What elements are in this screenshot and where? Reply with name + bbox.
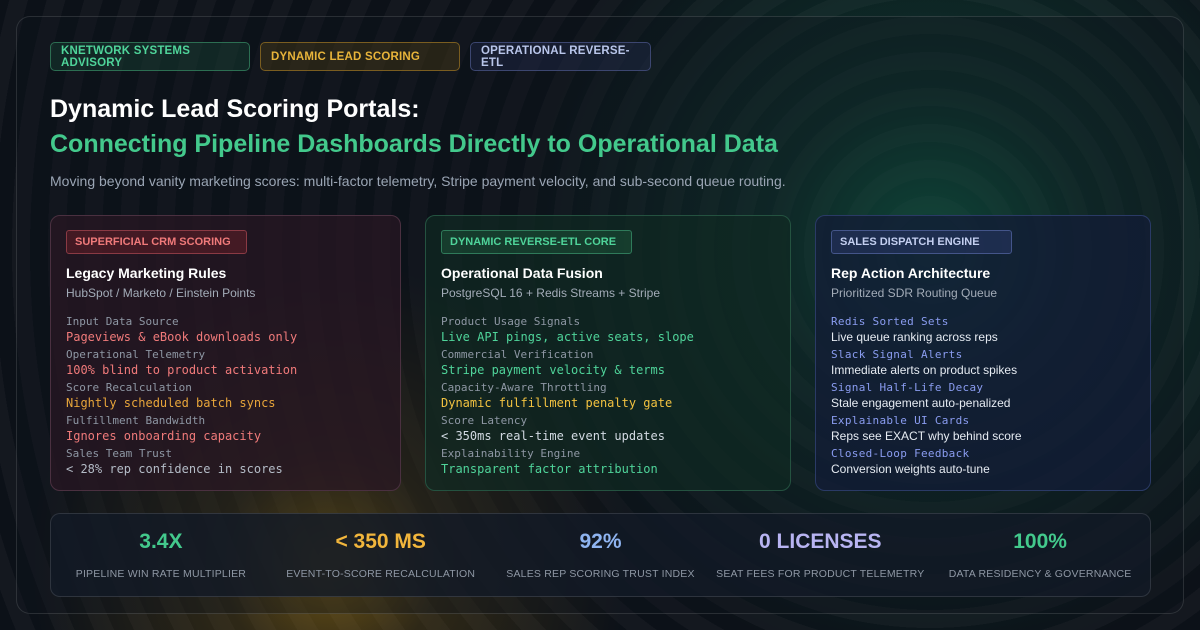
list-item: Closed-Loop Feedback Conversion weights …	[831, 446, 1135, 479]
row-label: Commercial Verification	[441, 348, 594, 361]
card-tag: SALES DISPATCH ENGINE	[831, 230, 1012, 254]
card-legacy-scoring: SUPERFICIAL CRM SCORING Legacy Marketing…	[50, 215, 401, 491]
card-subtitle: HubSpot / Marketo / Einstein Points	[66, 286, 256, 300]
list-item: Fulfillment Bandwidth Ignores onboarding…	[66, 413, 385, 446]
row-value: Immediate alerts on product spikes	[831, 363, 1018, 377]
stat-value: 100%	[1013, 530, 1067, 553]
card-operational-fusion: DYNAMIC REVERSE-ETL CORE Operational Dat…	[425, 215, 791, 491]
stat-value: 0 LICENSES	[759, 530, 882, 553]
list-item: Score Latency < 350ms real-time event up…	[441, 413, 775, 446]
list-item: Input Data Source Pageviews & eBook down…	[66, 314, 385, 347]
badge-reverse-etl: OPERATIONAL REVERSE-ETL	[470, 42, 651, 71]
stat-trust-index: 92% SALES REP SCORING TRUST INDEX	[491, 514, 711, 596]
stat-label: SEAT FEES FOR PRODUCT TELEMETRY	[716, 568, 925, 580]
row-label: Signal Half-Life Decay	[831, 381, 984, 394]
badge-knetwork: KNETWORK SYSTEMS ADVISORY	[50, 42, 250, 71]
row-label: Fulfillment Bandwidth	[66, 414, 206, 427]
list-item: Commercial Verification Stripe payment v…	[441, 347, 775, 380]
card-subtitle: Prioritized SDR Routing Queue	[831, 286, 998, 300]
row-label: Redis Sorted Sets	[831, 315, 949, 328]
list-item: Capacity-Aware Throttling Dynamic fulfil…	[441, 380, 775, 413]
card-rep-action: SALES DISPATCH ENGINE Rep Action Archite…	[815, 215, 1151, 491]
stat-value: < 350 MS	[335, 530, 426, 553]
row-value: Ignores onboarding capacity	[66, 429, 262, 443]
list-item: Slack Signal Alerts Immediate alerts on …	[831, 347, 1135, 380]
row-label: Input Data Source	[66, 315, 179, 328]
page-title-line1: Dynamic Lead Scoring Portals:	[50, 95, 420, 123]
row-value: < 350ms real-time event updates	[441, 429, 665, 443]
stat-label: PIPELINE WIN RATE MULTIPLIER	[75, 568, 247, 580]
card-rows: Product Usage Signals Live API pings, ac…	[441, 314, 775, 479]
row-label: Product Usage Signals	[441, 315, 581, 328]
row-label: Sales Team Trust	[66, 447, 172, 460]
list-item: Signal Half-Life Decay Stale engagement …	[831, 380, 1135, 413]
row-value: Stripe payment velocity & terms	[441, 363, 665, 377]
stat-latency: < 350 MS EVENT-TO-SCORE RECALCULATION	[271, 514, 491, 596]
row-label: Closed-Loop Feedback	[831, 447, 970, 460]
card-rows: Redis Sorted Sets Live queue ranking acr…	[831, 314, 1135, 479]
card-tag: SUPERFICIAL CRM SCORING	[66, 230, 247, 254]
row-label: Operational Telemetry	[66, 348, 206, 361]
row-label: Explainable UI Cards	[831, 414, 970, 427]
stat-value: 92%	[579, 530, 622, 553]
page-title-line2: Connecting Pipeline Dashboards Directly …	[50, 130, 778, 158]
stat-licenses: 0 LICENSES SEAT FEES FOR PRODUCT TELEMET…	[710, 514, 930, 596]
stat-label: EVENT-TO-SCORE RECALCULATION	[286, 568, 476, 580]
row-value: < 28% rep confidence in scores	[66, 462, 283, 476]
list-item: Redis Sorted Sets Live queue ranking acr…	[831, 314, 1135, 347]
row-value: Live queue ranking across reps	[831, 330, 998, 344]
list-item: Explainable UI Cards Reps see EXACT why …	[831, 413, 1135, 446]
page-subtitle: Moving beyond vanity marketing scores: m…	[50, 173, 786, 189]
row-label: Score Latency	[441, 414, 528, 427]
row-value: Reps see EXACT why behind score	[831, 429, 1022, 443]
card-tag: DYNAMIC REVERSE-ETL CORE	[441, 230, 632, 254]
row-value: Pageviews & eBook downloads only	[66, 330, 298, 344]
row-label: Score Recalculation	[66, 381, 192, 394]
stats-bar: 3.4X PIPELINE WIN RATE MULTIPLIER < 350 …	[50, 513, 1151, 597]
row-label: Slack Signal Alerts	[831, 348, 963, 361]
row-value: Conversion weights auto-tune	[831, 462, 990, 476]
list-item: Score Recalculation Nightly scheduled ba…	[66, 380, 385, 413]
row-value: Transparent factor attribution	[441, 462, 658, 476]
card-title: Operational Data Fusion	[441, 265, 603, 281]
list-item: Product Usage Signals Live API pings, ac…	[441, 314, 775, 347]
row-value: Dynamic fulfillment penalty gate	[441, 396, 673, 410]
stat-value: 3.4X	[139, 530, 183, 553]
card-title: Legacy Marketing Rules	[66, 265, 227, 281]
row-value: Live API pings, active seats, slope	[441, 330, 694, 344]
stat-win-rate: 3.4X PIPELINE WIN RATE MULTIPLIER	[51, 514, 271, 596]
list-item: Explainability Engine Transparent factor…	[441, 446, 775, 479]
stat-label: SALES REP SCORING TRUST INDEX	[506, 568, 695, 580]
row-value: 100% blind to product activation	[66, 363, 298, 377]
row-label: Capacity-Aware Throttling	[441, 381, 607, 394]
list-item: Operational Telemetry 100% blind to prod…	[66, 347, 385, 380]
row-value: Nightly scheduled batch syncs	[66, 396, 276, 410]
badge-row: KNETWORK SYSTEMS ADVISORY DYNAMIC LEAD S…	[50, 42, 651, 71]
card-subtitle: PostgreSQL 16 + Redis Streams + Stripe	[441, 286, 660, 300]
stat-label: DATA RESIDENCY & GOVERNANCE	[948, 568, 1132, 580]
card-title: Rep Action Architecture	[831, 265, 991, 281]
list-item: Sales Team Trust < 28% rep confidence in…	[66, 446, 385, 479]
stat-data-residency: 100% DATA RESIDENCY & GOVERNANCE	[930, 514, 1150, 596]
row-value: Stale engagement auto-penalized	[831, 396, 1011, 410]
card-rows: Input Data Source Pageviews & eBook down…	[66, 314, 385, 479]
badge-dynamic-lead-scoring: DYNAMIC LEAD SCORING	[260, 42, 460, 71]
row-label: Explainability Engine	[441, 447, 581, 460]
